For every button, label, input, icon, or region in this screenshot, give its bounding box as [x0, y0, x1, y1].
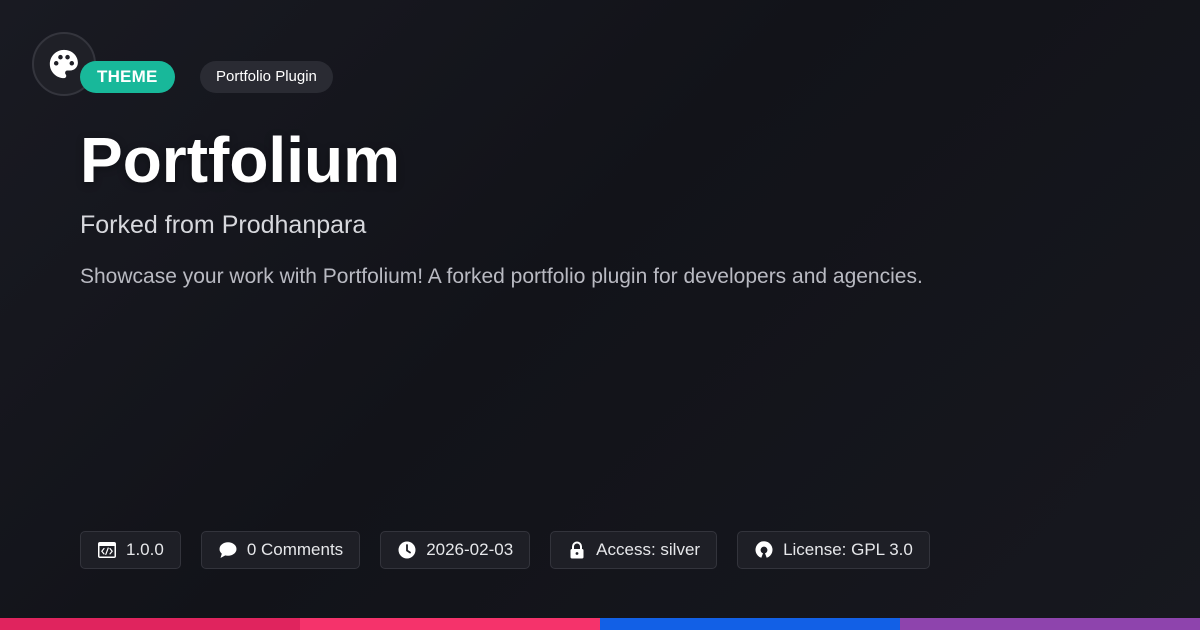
color-bar-segment [600, 618, 900, 630]
license-chip: License: GPL 3.0 [737, 531, 930, 569]
date-text: 2026-02-03 [426, 540, 514, 559]
comments-text: 0 Comments [246, 540, 344, 559]
page-subtitle: Forked from Prodhanpara [80, 211, 367, 239]
footer-color-bar [0, 618, 1200, 630]
access-chip: Access: silver [550, 531, 718, 569]
page-title: Portfolium [80, 124, 400, 196]
color-bar-segment [300, 618, 600, 630]
access-text: Access: silver [596, 540, 701, 559]
page-description: Showcase your work with Portfolium! A fo… [80, 265, 923, 288]
meta-row: 1.0.0 0 Comments 2026-02-03 Access: silv… [80, 531, 930, 569]
comments-chip[interactable]: 0 Comments [200, 531, 361, 569]
lock-icon [570, 541, 584, 559]
date-chip: 2026-02-03 [380, 531, 531, 569]
version-chip: 1.0.0 [80, 531, 181, 569]
category-badge: THEME [80, 61, 175, 93]
version-text: 1.0.0 [126, 540, 164, 559]
open-source-icon [755, 541, 773, 558]
code-window-icon [98, 542, 116, 558]
color-bar-segment [0, 618, 300, 630]
comment-icon [219, 542, 237, 558]
clock-icon [398, 541, 416, 559]
type-badge[interactable]: Portfolio Plugin [200, 61, 333, 93]
color-bar-segment [900, 618, 1200, 630]
palette-icon [49, 49, 78, 79]
license-text: License: GPL 3.0 [783, 540, 913, 559]
